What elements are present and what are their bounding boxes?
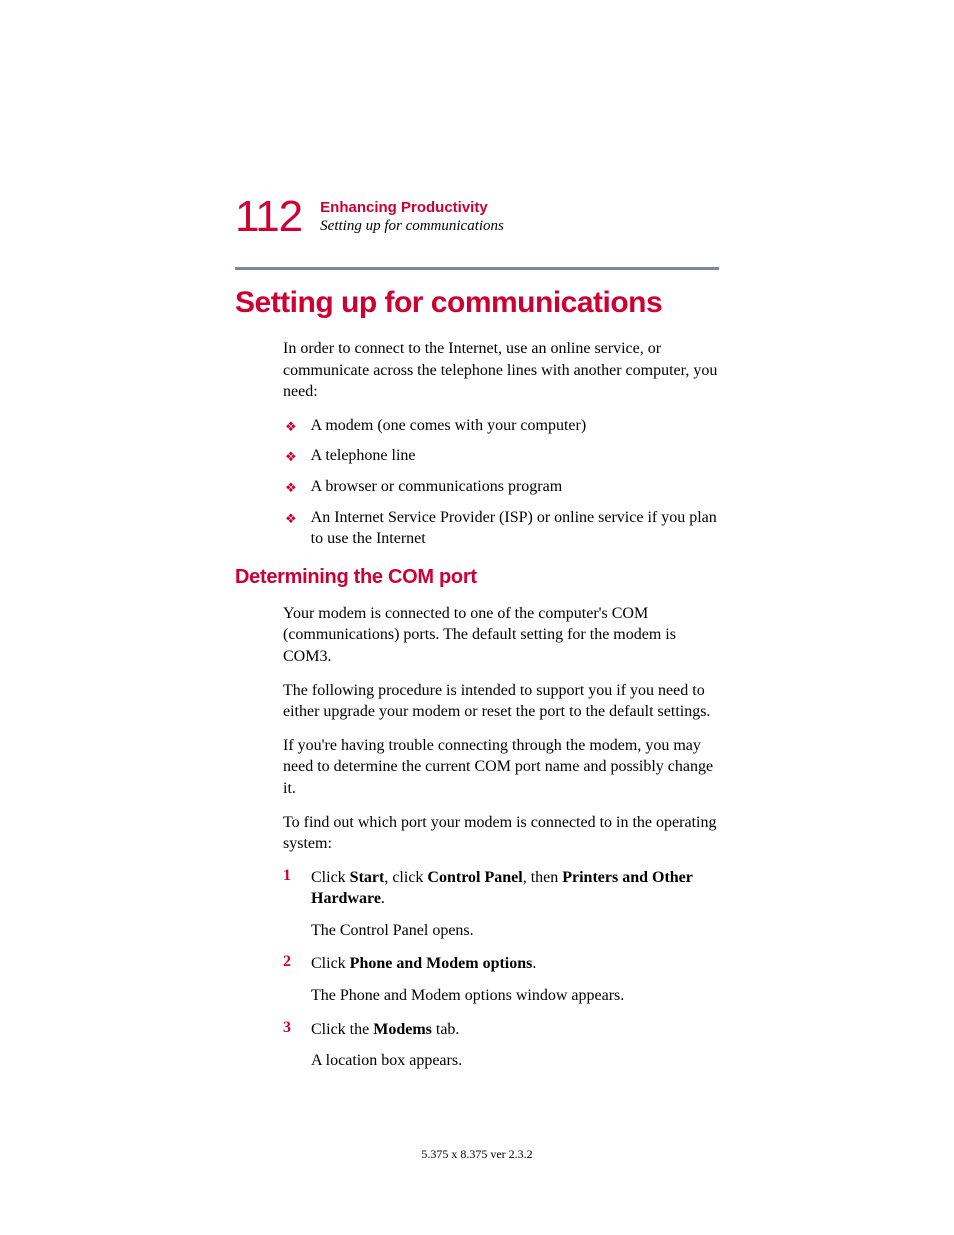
body-paragraph: If you're having trouble connecting thro… bbox=[283, 735, 719, 800]
body-paragraph: To find out which port your modem is con… bbox=[283, 812, 719, 855]
body-paragraph: Your modem is connected to one of the co… bbox=[283, 603, 719, 668]
body-paragraph: The following procedure is intended to s… bbox=[283, 680, 719, 723]
step-text: Click Phone and Modem options. bbox=[311, 953, 536, 975]
procedure-list: 1 Click Start, click Control Panel, then… bbox=[283, 867, 719, 1072]
list-item: ❖ An Internet Service Provider (ISP) or … bbox=[283, 507, 719, 550]
diamond-bullet-icon: ❖ bbox=[285, 448, 297, 466]
intro-paragraph: In order to connect to the Internet, use… bbox=[283, 338, 719, 403]
step-result: The Control Panel opens. bbox=[311, 920, 719, 942]
list-item-text: A browser or communications program bbox=[311, 476, 563, 498]
list-item-text: A modem (one comes with your computer) bbox=[311, 415, 587, 437]
step-number: 3 bbox=[283, 1019, 311, 1037]
list-item: ❖ A telephone line bbox=[283, 445, 719, 467]
list-item-text: A telephone line bbox=[311, 445, 416, 467]
step-number: 1 bbox=[283, 867, 311, 885]
list-item: ❖ A browser or communications program bbox=[283, 476, 719, 498]
diamond-bullet-icon: ❖ bbox=[285, 479, 297, 497]
requirements-list: ❖ A modem (one comes with your computer)… bbox=[283, 415, 719, 550]
step-text: Click the Modems tab. bbox=[311, 1019, 459, 1041]
step-result: The Phone and Modem options window appea… bbox=[311, 985, 719, 1007]
step-result: A location box appears. bbox=[311, 1050, 719, 1072]
step-number: 2 bbox=[283, 953, 311, 971]
chapter-title: Enhancing Productivity bbox=[320, 199, 504, 216]
page-number: 112 bbox=[235, 195, 302, 239]
main-heading: Setting up for communications bbox=[235, 286, 719, 320]
procedure-step: 3 Click the Modems tab. bbox=[283, 1019, 719, 1041]
diamond-bullet-icon: ❖ bbox=[285, 418, 297, 436]
header-separator bbox=[235, 267, 719, 270]
procedure-step: 2 Click Phone and Modem options. bbox=[283, 953, 719, 975]
list-item: ❖ A modem (one comes with your computer) bbox=[283, 415, 719, 437]
diamond-bullet-icon: ❖ bbox=[285, 510, 297, 528]
list-item-text: An Internet Service Provider (ISP) or on… bbox=[311, 507, 719, 550]
procedure-step: 1 Click Start, click Control Panel, then… bbox=[283, 867, 719, 910]
section-subtitle: Setting up for communications bbox=[320, 218, 504, 235]
page-header: 112 Enhancing Productivity Setting up fo… bbox=[235, 195, 719, 239]
step-text: Click Start, click Control Panel, then P… bbox=[311, 867, 719, 910]
sub-heading: Determining the COM port bbox=[235, 566, 719, 589]
page-footer: 5.375 x 8.375 ver 2.3.2 bbox=[0, 1147, 954, 1162]
